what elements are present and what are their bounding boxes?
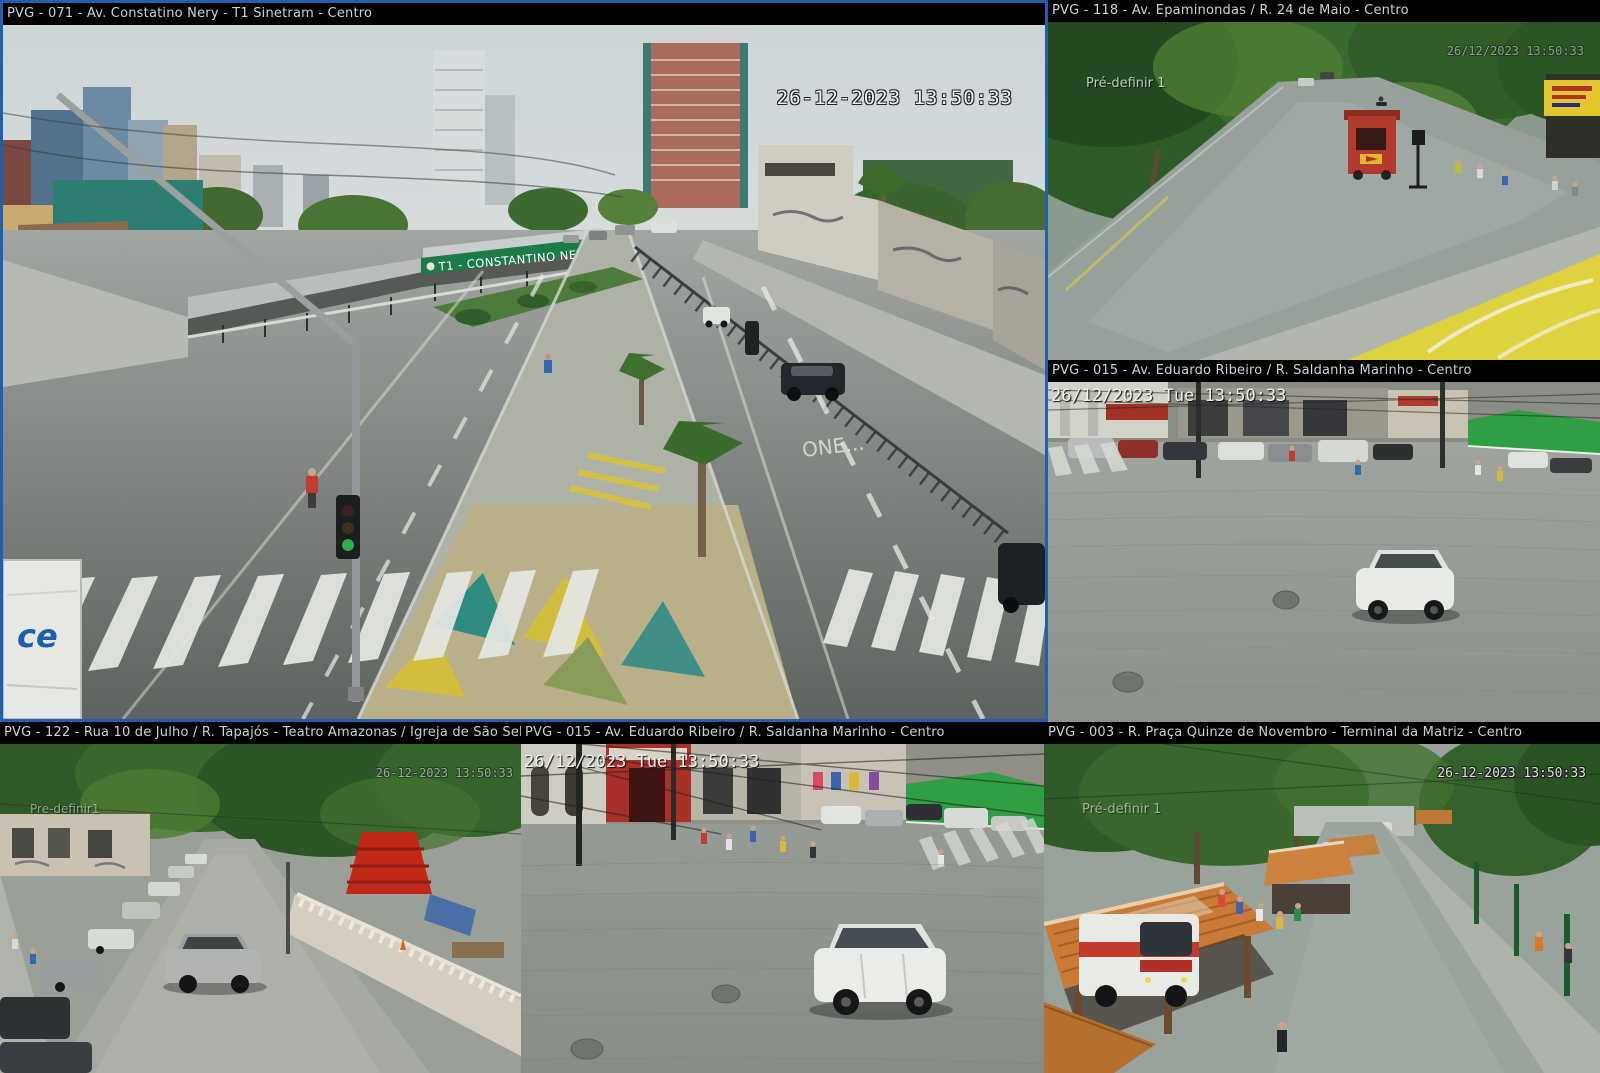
- feed-title-bar: PVG - 003 - R. Praça Quinze de Novembro …: [1044, 722, 1600, 744]
- preset-label-overlay: Pré-definir 1: [1086, 76, 1165, 91]
- scene-cobbled-intersection: [1048, 382, 1600, 722]
- video-wall: PVG - 071 - Av. Constatino Nery - T1 Sin…: [0, 0, 1600, 1073]
- feed-title: PVG - 015 - Av. Eduardo Ribeiro / R. Sal…: [525, 725, 945, 740]
- preset-label-overlay: Pre-definir1: [30, 802, 99, 816]
- feed-title-bar: PVG - 118 - Av. Epaminondas / R. 24 de M…: [1048, 0, 1600, 22]
- feed-title: PVG - 071 - Av. Constatino Nery - T1 Sin…: [7, 6, 372, 21]
- timestamp-overlay: 26/12/2023 Tue 13:50:33: [1051, 386, 1286, 406]
- timestamp-overlay: 26/12/2023 13:50:33: [1447, 44, 1584, 58]
- scene-market-stalls-terminal: [1044, 744, 1600, 1073]
- timestamp-overlay: 26-12-2023 13:50:33: [1437, 766, 1586, 781]
- video-canvas: 26/12/2023 Tue 13:50:33: [1048, 382, 1600, 722]
- feed-title-bar: PVG - 015 - Av. Eduardo Ribeiro / R. Sal…: [521, 722, 1044, 744]
- scene-avenue-terminal: T1 - CONSTANTINO NERY: [3, 25, 1045, 719]
- scene-cobbled-plaza: [521, 744, 1044, 1073]
- camera-feed-pvg-071[interactable]: PVG - 071 - Av. Constatino Nery - T1 Sin…: [0, 0, 1048, 722]
- video-canvas: 26/12/2023 Tue 13:50:33: [521, 744, 1044, 1073]
- feed-title-bar: PVG - 122 - Rua 10 de Julho / R. Tapajós…: [0, 722, 521, 744]
- video-canvas: Pre-definir1 26-12-2023 13:50:33: [0, 744, 521, 1073]
- feed-title: PVG - 118 - Av. Epaminondas / R. 24 de M…: [1052, 3, 1409, 18]
- feed-title: PVG - 003 - R. Praça Quinze de Novembro …: [1048, 725, 1522, 740]
- timestamp-overlay: 26-12-2023 13:50:33: [376, 766, 513, 780]
- video-canvas: Pré-definir 1 26/12/2023 13:50:33: [1048, 22, 1600, 360]
- scene-treelined-street: [1048, 22, 1600, 360]
- feed-title-bar: PVG - 071 - Av. Constatino Nery - T1 Sin…: [3, 3, 1045, 25]
- scene-street-parked-cars: [0, 744, 521, 1073]
- camera-feed-pvg-015-b[interactable]: PVG - 015 - Av. Eduardo Ribeiro / R. Sal…: [521, 722, 1044, 1073]
- feed-title: PVG - 015 - Av. Eduardo Ribeiro / R. Sal…: [1052, 363, 1472, 378]
- timestamp-overlay: 26/12/2023 Tue 13:50:33: [524, 752, 759, 772]
- video-canvas: T1 - CONSTANTINO NERY: [3, 25, 1045, 719]
- feed-title-bar: PVG - 015 - Av. Eduardo Ribeiro / R. Sal…: [1048, 360, 1600, 382]
- preset-label-overlay: Pré-definir 1: [1082, 802, 1161, 817]
- video-canvas: Pré-definir 1 26-12-2023 13:50:33: [1044, 744, 1600, 1073]
- feed-title: PVG - 122 - Rua 10 de Julho / R. Tapajós…: [4, 725, 521, 740]
- camera-feed-pvg-003[interactable]: PVG - 003 - R. Praça Quinze de Novembro …: [1044, 722, 1600, 1073]
- camera-feed-pvg-122[interactable]: PVG - 122 - Rua 10 de Julho / R. Tapajós…: [0, 722, 521, 1073]
- camera-feed-pvg-118[interactable]: PVG - 118 - Av. Epaminondas / R. 24 de M…: [1048, 0, 1600, 360]
- truck-logo-text: ce: [17, 617, 58, 655]
- timestamp-overlay: 26-12-2023 13:50:33: [777, 87, 1013, 109]
- camera-feed-pvg-015-a[interactable]: PVG - 015 - Av. Eduardo Ribeiro / R. Sal…: [1048, 360, 1600, 722]
